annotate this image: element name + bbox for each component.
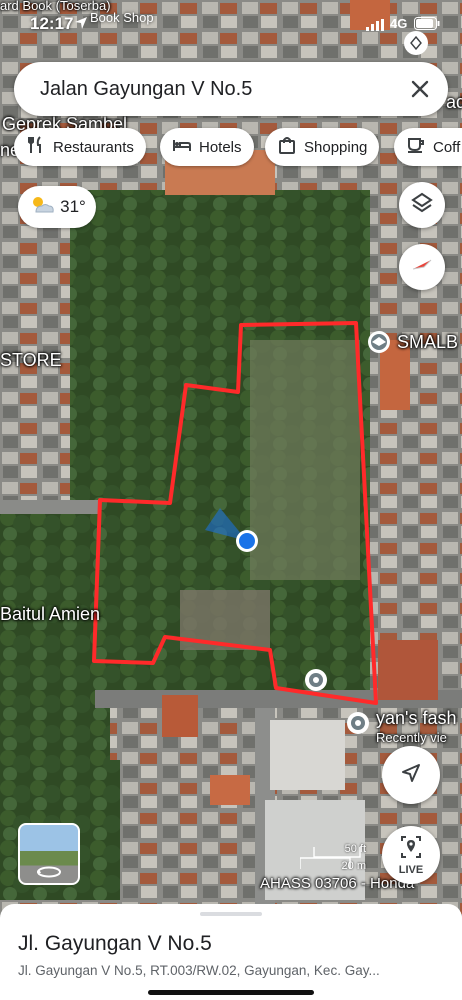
chip-label: Restaurants (53, 138, 134, 156)
chip-label: Coff (433, 138, 461, 156)
weather-pill[interactable]: 31° (18, 186, 96, 228)
street-view-thumbnail[interactable] (18, 823, 80, 885)
status-time: 12:17 (30, 14, 74, 33)
map-label-ahass[interactable]: AHASS 03706 - Honda (260, 875, 414, 892)
chip-label: Shopping (304, 138, 368, 156)
layers-button[interactable] (399, 182, 445, 228)
network-type: 4G (390, 16, 408, 31)
sheet-drag-handle[interactable] (200, 912, 262, 916)
shopping-bag-icon (277, 135, 297, 159)
live-view-button[interactable]: LIVE (382, 826, 440, 884)
rotate-360-icon (36, 865, 62, 883)
navigation-arrow-icon (399, 761, 423, 790)
map-label-edge: adi (446, 92, 462, 112)
location-arrow-icon (74, 16, 88, 35)
chip-coffee[interactable]: Coff (394, 128, 462, 166)
partly-cloudy-icon (28, 194, 56, 221)
my-location-button[interactable] (382, 746, 440, 804)
close-icon[interactable] (410, 79, 430, 104)
chip-label: Hotels (199, 138, 242, 156)
map-label-baitul-amien[interactable]: Baitul Amien (0, 604, 100, 625)
compass-icon[interactable] (404, 31, 428, 55)
chip-hotels[interactable]: Hotels (160, 128, 254, 166)
status-bar: 12:17 Book Shop 4G (0, 10, 462, 40)
current-location-dot[interactable] (239, 533, 255, 549)
map-label-yans-fashion[interactable]: yan's fash (376, 708, 456, 729)
compass-button[interactable] (399, 244, 445, 290)
scale-bar: 50 ft 20 m (300, 843, 372, 875)
temperature: 31° (60, 197, 86, 216)
map-label-smalb[interactable]: SMALB (397, 332, 458, 353)
layers-icon (410, 191, 434, 220)
bottom-sheet[interactable]: Jl. Gayungan V No.5 Jl. Gayungan V No.5,… (0, 904, 462, 1000)
home-indicator (148, 990, 314, 995)
compass-needle-icon (409, 252, 435, 283)
live-label: LIVE (398, 863, 424, 876)
signal-icon (366, 18, 386, 36)
hotel-icon (172, 135, 192, 159)
search-bar[interactable]: Jalan Gayungan V No.5 (14, 62, 448, 116)
chip-restaurants[interactable]: Restaurants (14, 128, 146, 166)
map-label-recently-viewed: Recently vie (376, 730, 447, 745)
chip-shopping[interactable]: Shopping (265, 128, 380, 166)
live-pin-icon (400, 835, 422, 864)
map-label-store[interactable]: STORE (0, 350, 62, 371)
place-title[interactable]: Jl. Gayungan V No.5 (18, 932, 212, 956)
back-to-app-label[interactable]: Book Shop (90, 10, 154, 25)
restaurant-icon (26, 135, 46, 159)
search-input[interactable]: Jalan Gayungan V No.5 (40, 78, 252, 101)
coffee-icon (406, 135, 426, 159)
place-address: Jl. Gayungan V No.5, RT.003/RW.02, Gayun… (18, 963, 380, 978)
